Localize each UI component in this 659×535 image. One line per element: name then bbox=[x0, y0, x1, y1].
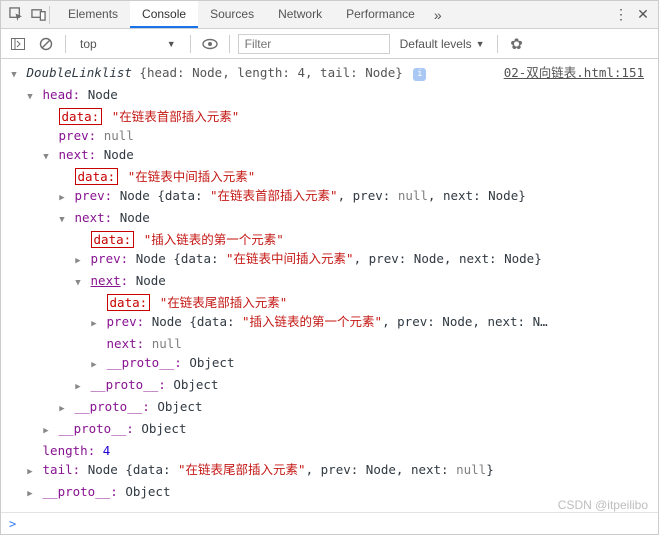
expand-toggle[interactable] bbox=[89, 312, 99, 334]
prop-key: prev bbox=[59, 128, 89, 143]
console-toolbar: top ▼ Default levels ▼ ✿ bbox=[1, 29, 658, 59]
separator bbox=[65, 35, 66, 53]
chevron-down-icon: ▼ bbox=[476, 39, 485, 49]
expand-toggle[interactable] bbox=[57, 208, 67, 230]
tab-performance[interactable]: Performance bbox=[334, 1, 427, 28]
tab-console[interactable]: Console bbox=[130, 1, 198, 28]
expand-toggle[interactable] bbox=[73, 375, 83, 397]
prop-value: "在链表首部插入元素" bbox=[112, 109, 240, 124]
inspect-icon[interactable] bbox=[5, 4, 27, 26]
console-sidebar-toggle-icon[interactable] bbox=[7, 34, 29, 54]
prop-key: head bbox=[43, 87, 73, 102]
prop-value: Node bbox=[88, 87, 118, 102]
settings-icon[interactable]: ✿ bbox=[506, 34, 528, 54]
prop-key: next bbox=[107, 336, 137, 351]
tab-network[interactable]: Network bbox=[266, 1, 334, 28]
live-expression-icon[interactable] bbox=[199, 34, 221, 54]
device-toggle-icon[interactable] bbox=[27, 4, 49, 26]
prop-key: next bbox=[91, 273, 121, 288]
devtools-tabbar: Elements Console Sources Network Perform… bbox=[1, 1, 658, 29]
prompt-caret-icon: > bbox=[9, 517, 16, 531]
expand-toggle[interactable] bbox=[73, 249, 83, 271]
separator bbox=[229, 35, 230, 53]
console-output: 02-双向链表.html:151 DoubleLinklist {head: N… bbox=[1, 59, 658, 512]
prop-key-data: data: bbox=[75, 168, 119, 185]
tabs: Elements Console Sources Network Perform… bbox=[56, 1, 427, 28]
prop-value: Object bbox=[173, 377, 218, 392]
expand-toggle[interactable] bbox=[57, 186, 67, 208]
prop-value: Node {data: "插入链表的第一个元素", prev: Node, ne… bbox=[152, 314, 548, 329]
context-selector[interactable]: top ▼ bbox=[74, 35, 182, 53]
source-link[interactable]: 02-双向链表.html:151 bbox=[504, 63, 644, 82]
context-label: top bbox=[80, 37, 97, 51]
separator bbox=[190, 35, 191, 53]
expand-toggle[interactable] bbox=[41, 419, 51, 441]
levels-label: Default levels bbox=[400, 37, 472, 51]
prop-key: length bbox=[43, 443, 88, 458]
prop-value: null bbox=[104, 128, 134, 143]
prop-value: null bbox=[152, 336, 182, 351]
filter-input[interactable] bbox=[238, 34, 390, 54]
prop-key: tail bbox=[43, 462, 73, 477]
prop-key: prev bbox=[107, 314, 137, 329]
prop-value: Object bbox=[141, 421, 186, 436]
prop-value: "插入链表的第一个元素" bbox=[144, 232, 284, 247]
tab-sources[interactable]: Sources bbox=[198, 1, 266, 28]
prop-value: Object bbox=[157, 399, 202, 414]
prop-value: Node bbox=[104, 147, 134, 162]
expand-toggle[interactable] bbox=[25, 482, 35, 504]
prop-value: Node {data: "在链表首部插入元素", prev: null, nex… bbox=[120, 188, 526, 203]
expand-toggle[interactable] bbox=[89, 353, 99, 375]
prop-value: 4 bbox=[103, 443, 111, 458]
prop-key: prev bbox=[91, 251, 121, 266]
expand-toggle[interactable] bbox=[73, 271, 83, 293]
prop-value: "在链表中间插入元素" bbox=[128, 169, 256, 184]
tabs-overflow-icon[interactable]: » bbox=[427, 4, 449, 26]
log-levels-selector[interactable]: Default levels ▼ bbox=[396, 37, 489, 51]
prop-value: Node {data: "在链表中间插入元素", prev: Node, nex… bbox=[136, 251, 542, 266]
prop-value: Node bbox=[120, 210, 150, 225]
separator bbox=[497, 35, 498, 53]
prop-key: __proto__ bbox=[59, 421, 127, 436]
expand-toggle[interactable] bbox=[25, 85, 35, 107]
prop-key: __proto__ bbox=[43, 484, 111, 499]
prop-key: prev bbox=[75, 188, 105, 203]
info-badge-icon[interactable]: i bbox=[413, 68, 426, 81]
prop-value: Node {data: "在链表尾部插入元素", prev: Node, nex… bbox=[88, 462, 494, 477]
prop-key: next bbox=[59, 147, 89, 162]
prop-value: Object bbox=[189, 355, 234, 370]
class-name: DoubleLinklist bbox=[27, 65, 132, 80]
prop-key: __proto__ bbox=[91, 377, 159, 392]
tab-elements[interactable]: Elements bbox=[56, 1, 130, 28]
prop-value: Object bbox=[125, 484, 170, 499]
chevron-down-icon: ▼ bbox=[167, 39, 176, 49]
clear-console-icon[interactable] bbox=[35, 34, 57, 54]
prop-key: __proto__ bbox=[75, 399, 143, 414]
prop-key-data: data: bbox=[59, 108, 103, 125]
console-prompt[interactable]: > bbox=[1, 512, 658, 534]
object-summary: {head: Node, length: 4, tail: Node} bbox=[139, 65, 402, 80]
expand-toggle[interactable] bbox=[57, 397, 67, 419]
close-icon[interactable]: ✕ bbox=[632, 4, 654, 26]
prop-key-data: data: bbox=[91, 231, 135, 248]
expand-toggle[interactable] bbox=[41, 145, 51, 167]
expand-toggle[interactable] bbox=[25, 460, 35, 482]
prop-key-data: data: bbox=[107, 294, 151, 311]
expand-toggle[interactable] bbox=[9, 63, 19, 85]
prop-key: __proto__ bbox=[107, 355, 175, 370]
prop-value: "在链表尾部插入元素" bbox=[160, 295, 288, 310]
prop-key: next bbox=[75, 210, 105, 225]
prop-value: Node bbox=[136, 273, 166, 288]
more-icon[interactable]: ⋮ bbox=[610, 4, 632, 26]
